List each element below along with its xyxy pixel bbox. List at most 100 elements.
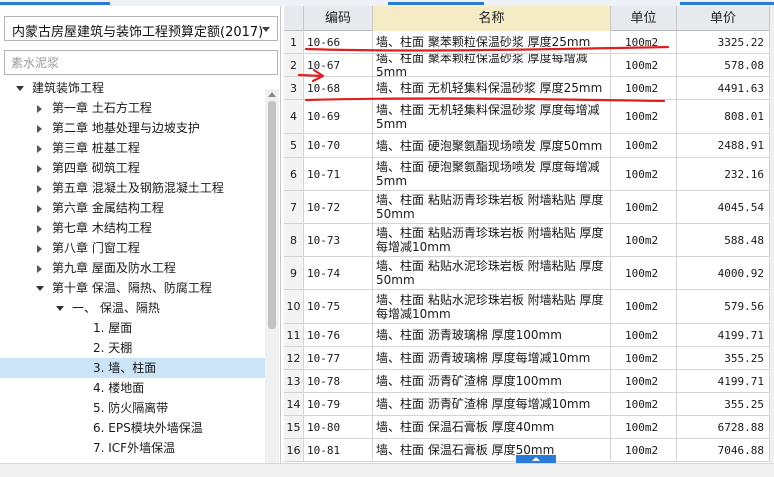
table-row[interactable]: 10 10-75 墙、柱面 粘贴水泥珍珠岩板 附墙粘贴 厚度每增减10mm 10… — [284, 290, 770, 324]
table-row[interactable]: 5 10-70 墙、柱面 硬泡聚氨酯现场喷发 厚度50mm 100m2 2488… — [284, 134, 770, 158]
row-name-text: 墙、柱面 粘贴水泥珍珠岩板 附墙粘贴 厚度每增减10mm — [376, 292, 604, 321]
table-row[interactable]: 2 10-67 墙、柱面 聚苯颗粒保温砂浆 厚度每增减5mm 100m2 578… — [284, 54, 770, 77]
row-name: 墙、柱面 粘贴水泥珍珠岩板 附墙粘贴 厚度50mm — [373, 257, 611, 289]
tree-item-eps[interactable]: 6. EPS模块外墙保温 — [0, 418, 265, 438]
tree-item-roof[interactable]: 1. 屋面 — [0, 318, 265, 338]
table-row[interactable]: 15 10-80 墙、柱面 保温石膏板 厚度40mm 100m2 6728.88 — [284, 416, 770, 439]
row-price: 355.25 — [677, 393, 770, 415]
tree-chapter-8[interactable]: 第八章 门窗工程 — [0, 238, 265, 258]
tab-indicator-middle — [388, 2, 484, 5]
table-row[interactable]: 14 10-79 墙、柱面 沥青矿渣棉 厚度每增减10mm 100m2 355.… — [284, 393, 770, 416]
row-name: 墙、柱面 无机轻集料保温砂浆 厚度每增减5mm — [373, 100, 611, 133]
collapsed-arrow-icon[interactable] — [37, 105, 42, 113]
row-code: 10-70 — [304, 134, 373, 157]
row-name-text: 墙、柱面 粘贴水泥珍珠岩板 附墙粘贴 厚度50mm — [376, 259, 604, 287]
panel-splitter-handle[interactable] — [516, 455, 556, 463]
row-name: 墙、柱面 聚苯颗粒保温砂浆 厚度每增减5mm — [373, 54, 611, 76]
tree-scrollbar-thumb[interactable] — [268, 101, 276, 329]
collapsed-arrow-icon[interactable] — [37, 245, 42, 253]
row-name: 墙、柱面 沥青矿渣棉 厚度100mm — [373, 370, 611, 392]
tree-item-wall-column[interactable]: 3. 墙、柱面 — [0, 358, 265, 378]
row-name: 墙、柱面 聚苯颗粒保温砂浆 厚度25mm — [373, 31, 611, 53]
row-name: 墙、柱面 无机轻集料保温砂浆 厚度25mm — [373, 77, 611, 99]
row-name: 墙、柱面 粘贴沥青珍珠岩板 附墙粘贴 厚度每增减10mm — [373, 224, 611, 256]
tree-chapter-label: 第十章 保温、隔热、防腐工程 — [52, 281, 212, 295]
quota-library-value: 内蒙古房屋建筑与装饰工程预算定额(2017) — [12, 25, 264, 40]
row-name-text: 墙、柱面 聚苯颗粒保温砂浆 厚度25mm — [376, 35, 591, 49]
table-row[interactable]: 12 10-77 墙、柱面 沥青玻璃棉 厚度每增减10mm 100m2 355.… — [284, 347, 770, 370]
collapsed-arrow-icon[interactable] — [37, 165, 42, 173]
table-row[interactable]: 11 10-76 墙、柱面 沥青玻璃棉 厚度100mm 100m2 4199.7… — [284, 324, 770, 347]
row-name: 墙、柱面 粘贴沥青珍珠岩板 附墙粘贴 厚度50mm — [373, 191, 611, 223]
header-code[interactable]: 编码 — [304, 6, 373, 31]
row-code: 10-81 — [304, 439, 373, 461]
row-code: 10-72 — [304, 191, 373, 223]
tree-root[interactable]: 建筑装饰工程 — [0, 78, 265, 98]
row-name-text: 墙、柱面 粘贴沥青珍珠岩板 附墙粘贴 厚度50mm — [376, 193, 604, 221]
collapsed-arrow-icon[interactable] — [37, 125, 42, 133]
tree-scrollbar[interactable] — [265, 89, 279, 463]
tree-item-ceiling[interactable]: 2. 天棚 — [0, 338, 265, 358]
row-name: 墙、柱面 粘贴水泥珍珠岩板 附墙粘贴 厚度每增减10mm — [373, 290, 611, 323]
collapse-up-icon[interactable] — [532, 457, 540, 461]
table-row[interactable]: 1 10-66 墙、柱面 聚苯颗粒保温砂浆 厚度25mm 100m2 3325.… — [284, 31, 770, 54]
row-name-text: 墙、柱面 聚苯颗粒保温砂浆 厚度每增减5mm — [376, 54, 588, 76]
collapsed-arrow-icon[interactable] — [37, 265, 42, 273]
tree-chapter-7[interactable]: 第七章 木结构工程 — [0, 218, 265, 238]
tree-chapter-4[interactable]: 第四章 砌筑工程 — [0, 158, 265, 178]
row-unit: 100m2 — [611, 31, 677, 53]
header-unit[interactable]: 单位 — [611, 6, 677, 31]
header-name[interactable]: 名称 — [373, 6, 611, 31]
row-unit: 100m2 — [611, 257, 677, 289]
quota-library-dropdown[interactable]: 内蒙古房屋建筑与装饰工程预算定额(2017) — [4, 16, 278, 41]
collapsed-arrow-icon[interactable] — [37, 185, 42, 193]
tree-chapter-3[interactable]: 第三章 桩基工程 — [0, 138, 265, 158]
row-name-text: 墙、柱面 沥青玻璃棉 厚度100mm — [376, 328, 562, 342]
table-row[interactable]: 9 10-74 墙、柱面 粘贴水泥珍珠岩板 附墙粘贴 厚度50mm 100m2 … — [284, 257, 770, 290]
table-row[interactable]: 8 10-73 墙、柱面 粘贴沥青珍珠岩板 附墙粘贴 厚度每增减10mm 100… — [284, 224, 770, 257]
tree-chapter-10[interactable]: 第十章 保温、隔热、防腐工程 — [0, 278, 265, 298]
row-price: 3325.22 — [677, 31, 770, 53]
scroll-up-arrow-icon[interactable] — [268, 92, 276, 97]
grid-scrollbar[interactable] — [770, 6, 774, 463]
table-row[interactable]: 3 10-68 墙、柱面 无机轻集料保温砂浆 厚度25mm 100m2 4491… — [284, 77, 770, 100]
tree-chapter-9[interactable]: 第九章 屋面及防水工程 — [0, 258, 265, 278]
table-row[interactable]: 7 10-72 墙、柱面 粘贴沥青珍珠岩板 附墙粘贴 厚度50mm 100m2 … — [284, 191, 770, 224]
tree-item-fire-barrier[interactable]: 5. 防火隔离带 — [0, 398, 265, 418]
collapsed-arrow-icon[interactable] — [37, 145, 42, 153]
grid-header: 编码 名称 单位 单价 — [284, 6, 770, 31]
tree-chapter-1[interactable]: 第一章 土石方工程 — [0, 98, 265, 118]
header-price[interactable]: 单价 — [677, 6, 770, 31]
row-name-text: 墙、柱面 沥青矿渣棉 厚度每增减10mm — [376, 397, 591, 411]
horizontal-scrollbar[interactable] — [0, 463, 774, 477]
row-price: 232.16 — [677, 158, 770, 190]
row-unit: 100m2 — [611, 158, 677, 190]
row-price: 578.08 — [677, 54, 770, 76]
tree-item-label: 5. 防火隔离带 — [93, 401, 169, 415]
table-row[interactable]: 13 10-78 墙、柱面 沥青矿渣棉 厚度100mm 100m2 4199.7… — [284, 370, 770, 393]
quota-grid-panel: 编码 名称 单位 单价 1 10-66 墙、柱面 聚苯颗粒保温砂浆 厚度25mm… — [284, 6, 774, 463]
tree-chapter-2[interactable]: 第二章 地基处理与边坡支护 — [0, 118, 265, 138]
chevron-down-icon[interactable] — [262, 27, 270, 32]
tree-item-floor[interactable]: 4. 楼地面 — [0, 378, 265, 398]
row-index: 3 — [284, 77, 304, 99]
collapsed-arrow-icon[interactable] — [37, 205, 42, 213]
row-code: 10-80 — [304, 416, 373, 438]
tree-item-label: 4. 楼地面 — [93, 381, 145, 395]
collapsed-arrow-icon[interactable] — [37, 225, 42, 233]
row-unit: 100m2 — [611, 416, 677, 438]
row-name-text: 墙、柱面 无机轻集料保温砂浆 厚度25mm — [376, 81, 603, 95]
tree-section-insulation[interactable]: 一、 保温、隔热 — [0, 298, 265, 318]
expanded-arrow-icon[interactable] — [56, 306, 64, 311]
table-row[interactable]: 6 10-71 墙、柱面 硬泡聚氨酯现场喷发 厚度每增减5mm 100m2 23… — [284, 158, 770, 191]
expanded-arrow-icon[interactable] — [16, 86, 24, 91]
row-code: 10-76 — [304, 324, 373, 346]
search-input[interactable] — [4, 50, 278, 75]
tree-chapter-6[interactable]: 第六章 金属结构工程 — [0, 198, 265, 218]
tree-item-icf[interactable]: 7. ICF外墙保温 — [0, 438, 265, 458]
row-name-text: 墙、柱面 沥青矿渣棉 厚度100mm — [376, 374, 562, 388]
table-row[interactable]: 4 10-69 墙、柱面 无机轻集料保温砂浆 厚度每增减5mm 100m2 80… — [284, 100, 770, 134]
tree-chapter-5[interactable]: 第五章 混凝土及钢筋混凝土工程 — [0, 178, 265, 198]
expanded-arrow-icon[interactable] — [36, 286, 44, 291]
row-price: 2488.91 — [677, 134, 770, 157]
